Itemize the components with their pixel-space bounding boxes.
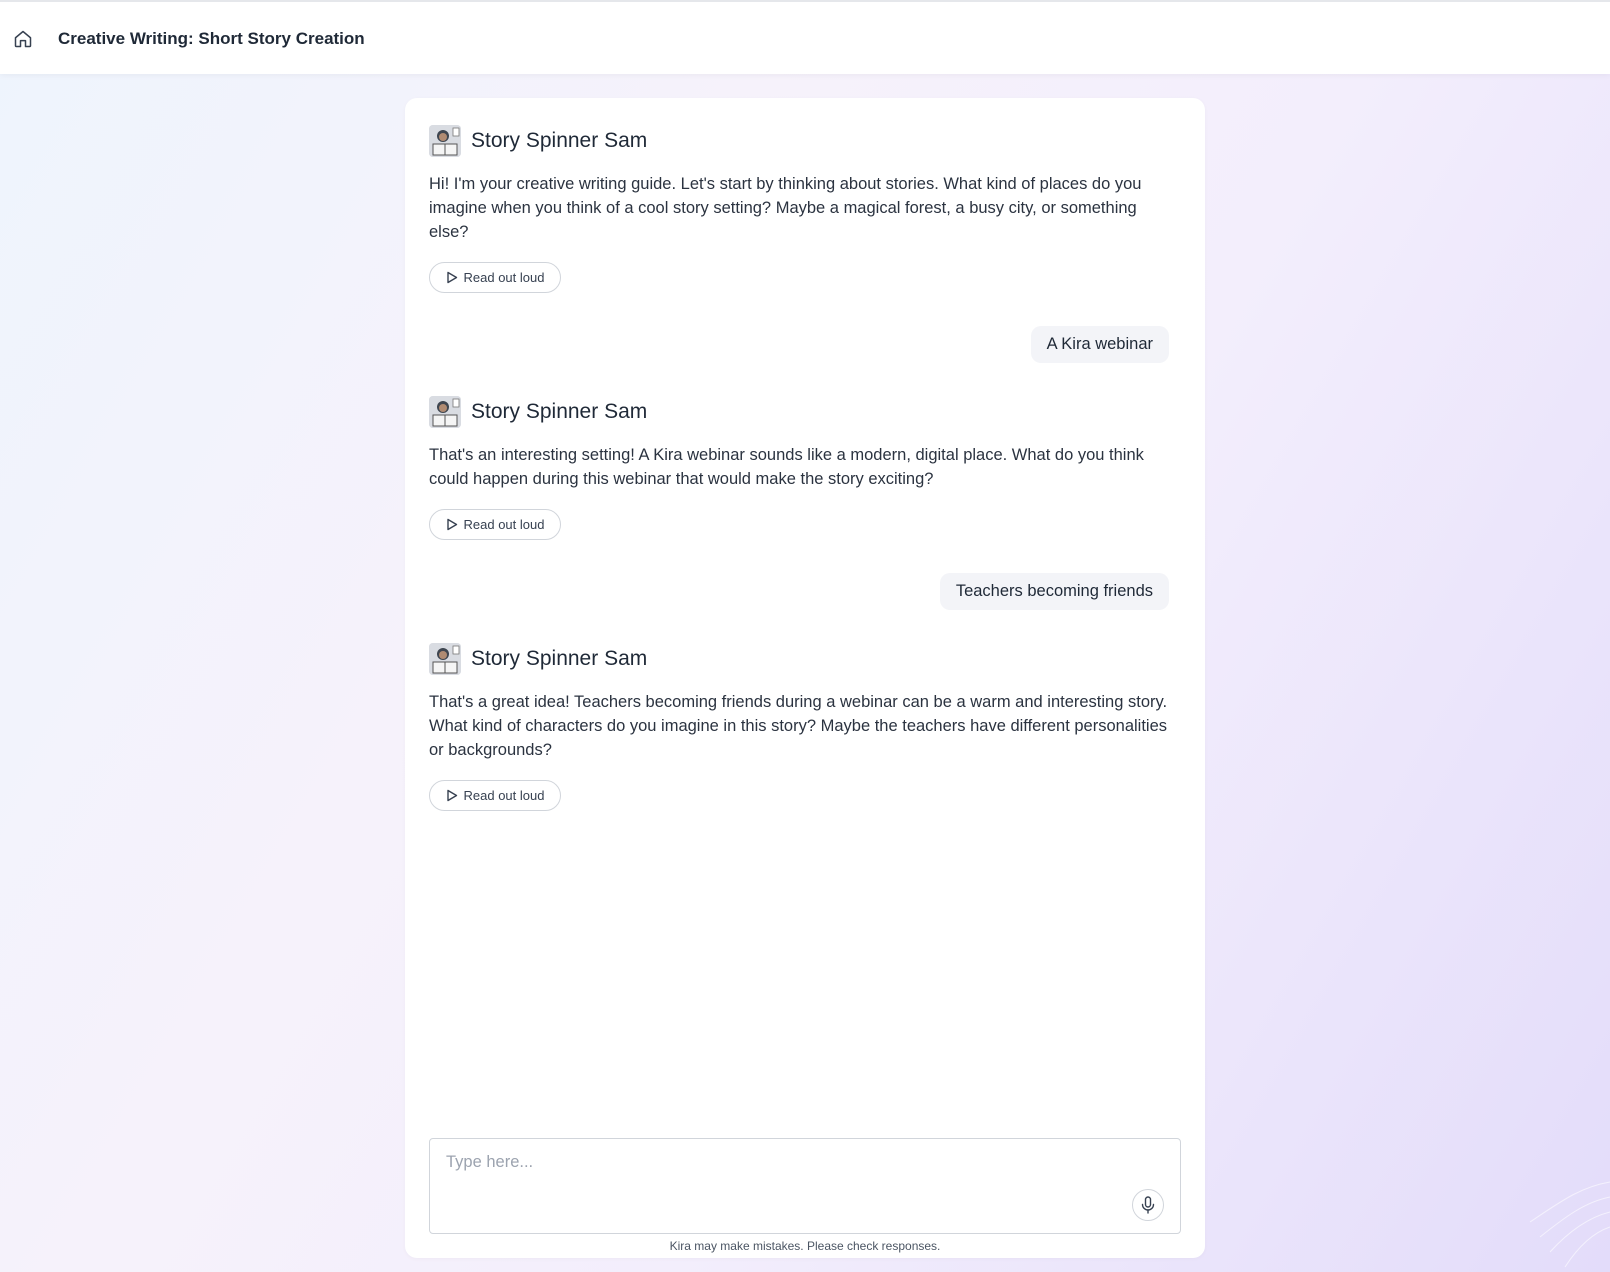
disclaimer-text: Kira may make mistakes. Please check res… [669,1239,941,1253]
bot-name: Story Spinner Sam [471,400,648,423]
microphone-icon [1141,1196,1155,1214]
bot-message-text: That's an interesting setting! A Kira we… [429,446,1144,488]
home-button[interactable] [10,26,36,52]
message-input[interactable] [430,1139,1180,1233]
message-input-box [429,1138,1181,1234]
microphone-button[interactable] [1132,1189,1164,1221]
decorative-lines-graphic [1529,1181,1610,1268]
read-out-loud-button[interactable]: Read out loud [429,262,561,293]
bot-message-header: Story Spinner Sam [429,396,647,428]
bot-avatar [429,396,461,428]
read-out-loud-label: Read out loud [463,270,545,285]
read-out-loud-label: Read out loud [463,517,545,532]
user-message-bubble: A Kira webinar [1030,326,1169,363]
bot-name: Story Spinner Sam [471,129,648,152]
home-icon [14,30,32,48]
play-icon [446,518,457,531]
bot-name: Story Spinner Sam [471,647,648,670]
bot-message-header: Story Spinner Sam [429,643,647,675]
page-title: Creative Writing: Short Story Creation [58,29,365,48]
bot-avatar [429,643,461,675]
bot-avatar [429,125,461,157]
bot-message-header: Story Spinner Sam [429,125,647,157]
bot-message-text: That's a great idea! Teachers becoming f… [429,693,1168,759]
top-bar: Creative Writing: Short Story Creation [0,0,1610,74]
bot-message-text: Hi! I'm your creative writing guide. Let… [429,175,1142,241]
read-out-loud-label: Read out loud [463,788,545,803]
user-message-bubble: Teachers becoming friends [939,573,1169,610]
play-icon [446,271,457,284]
play-icon [446,789,457,802]
read-out-loud-button[interactable]: Read out loud [429,780,561,811]
read-out-loud-button[interactable]: Read out loud [429,509,561,540]
chat-panel: Story Spinner Sam Hi! I'm your creative … [405,98,1205,1258]
